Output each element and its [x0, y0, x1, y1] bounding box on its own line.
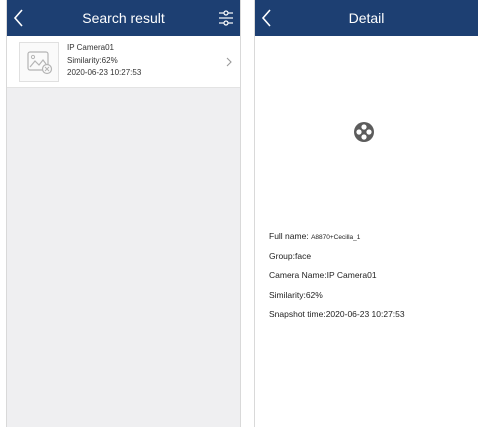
snapshot-thumbnail: [19, 42, 59, 82]
full-name-label: Full name:: [269, 231, 309, 241]
list-item[interactable]: IP Camera01 Similarity:62% 2020-06-23 10…: [7, 36, 240, 88]
filter-sliders-icon: [219, 10, 233, 26]
camera-name-row: Camera Name:IP Camera01: [269, 270, 377, 280]
similarity-row: Similarity:62%: [269, 289, 323, 300]
search-result-screen: Search result IP Camera01 Similarity:62%…: [6, 0, 241, 427]
detail-screen: Detail Full name: A8870+Cecilla_1 Group:…: [254, 0, 478, 427]
group-row: Group:face: [269, 250, 312, 261]
page-title: Search result: [82, 10, 165, 26]
loading-spinner-icon: [353, 121, 375, 143]
page-title: Detail: [348, 10, 385, 26]
snapshot-time: 2020-06-23 10:27:53: [67, 68, 142, 77]
search-result-header: Search result: [7, 0, 240, 36]
similarity-value: Similarity:62%: [67, 55, 118, 65]
full-name-value: A8870+Cecilla_1: [311, 234, 361, 241]
detail-header: Detail: [255, 0, 478, 36]
camera-name: IP Camera01: [67, 43, 114, 52]
full-name-row: Full name: A8870+Cecilla_1: [269, 229, 405, 249]
result-list: IP Camera01 Similarity:62% 2020-06-23 10…: [7, 36, 240, 427]
snapshot-time-row: Snapshot time:2020-06-23 10:27:53: [269, 309, 405, 319]
filter-button[interactable]: [214, 5, 238, 31]
result-info: IP Camera01 Similarity:62% 2020-06-23 10…: [67, 42, 141, 80]
chevron-right-icon: [224, 55, 234, 69]
detail-info: Full name: A8870+Cecilla_1 Group:face Ca…: [269, 229, 405, 327]
image-placeholder-icon: [27, 51, 53, 75]
